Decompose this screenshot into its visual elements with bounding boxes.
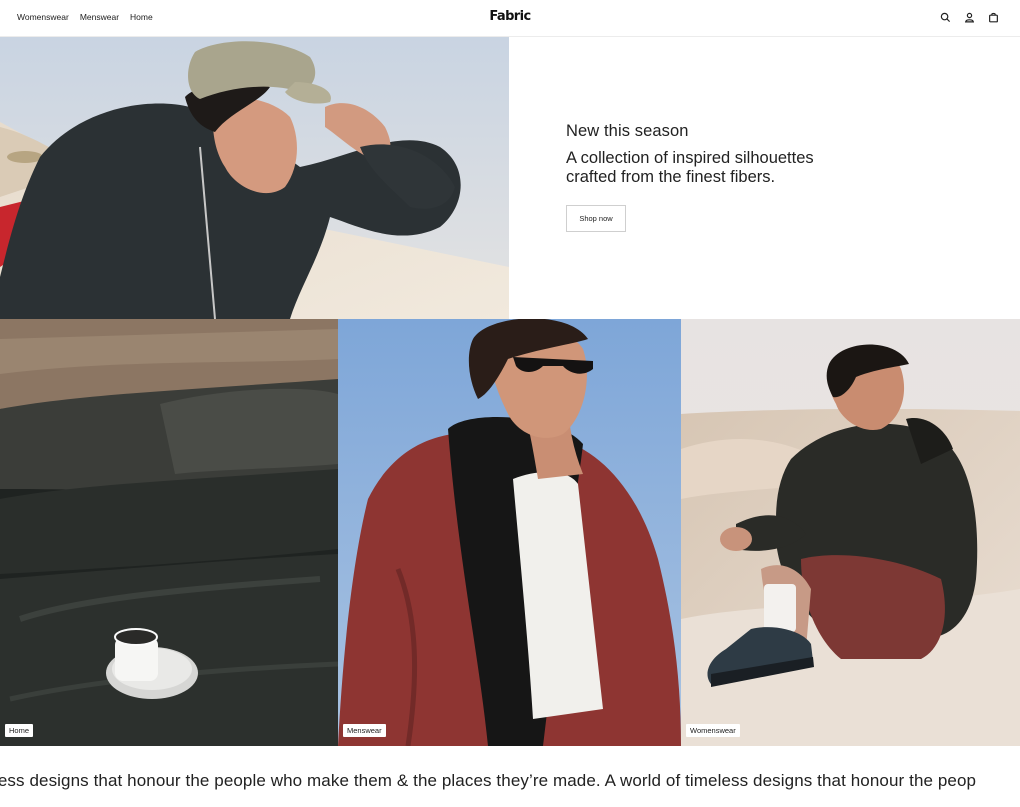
home-tile-photo xyxy=(0,319,338,746)
category-tile-home[interactable]: Home xyxy=(0,319,338,746)
nav-link-menswear[interactable]: Menswear xyxy=(80,12,119,22)
bag-icon[interactable] xyxy=(987,11,1000,24)
site-header: Womenswear Menswear Home Fabric xyxy=(0,0,1020,37)
hero-title: A collection of inspired silhouettes cra… xyxy=(566,149,814,186)
nav-link-womenswear[interactable]: Womenswear xyxy=(17,12,69,22)
category-tile-menswear[interactable]: Menswear xyxy=(338,319,681,746)
search-icon[interactable] xyxy=(939,11,952,24)
womenswear-tile-photo xyxy=(681,319,1020,746)
main-nav: Womenswear Menswear Home xyxy=(17,12,153,22)
nav-link-home[interactable]: Home xyxy=(130,12,153,22)
marquee-text: less designs that honour the people who … xyxy=(0,771,977,790)
menswear-tile-photo xyxy=(338,319,681,746)
logo-container: Fabric xyxy=(0,9,1020,24)
hero-photo xyxy=(0,37,509,319)
hero-copy: New this season A collection of inspired… xyxy=(566,122,866,187)
site-logo[interactable]: Fabric xyxy=(489,9,531,24)
tile-label-womenswear: Womenswear xyxy=(686,724,740,737)
header-icons xyxy=(939,11,1000,24)
tile-label-menswear: Menswear xyxy=(343,724,386,737)
shop-now-button[interactable]: Shop now xyxy=(566,205,626,232)
user-icon[interactable] xyxy=(963,11,976,24)
hero-image xyxy=(0,37,509,319)
category-tile-womenswear[interactable]: Womenswear xyxy=(681,319,1020,746)
hero-eyebrow: New this season xyxy=(566,122,689,140)
tile-label-home: Home xyxy=(5,724,34,737)
